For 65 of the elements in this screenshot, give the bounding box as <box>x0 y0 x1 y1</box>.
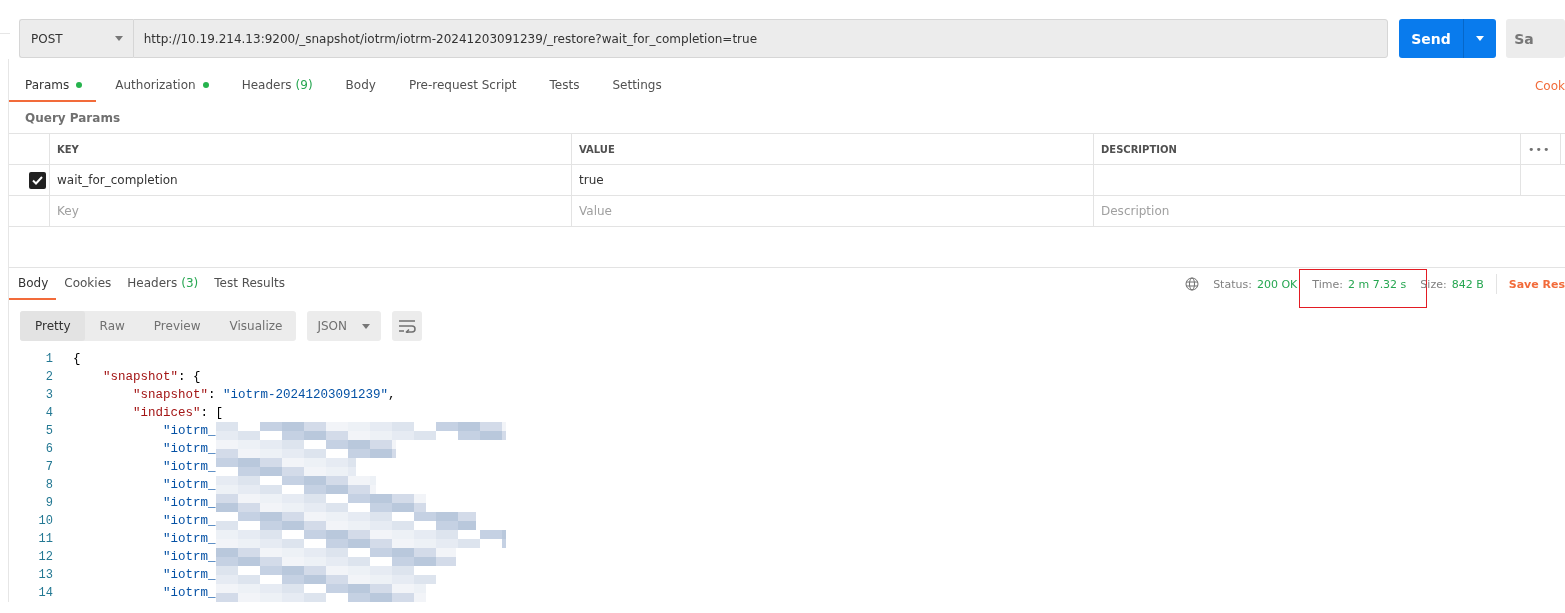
response-tab[interactable]: Cookies <box>56 268 120 300</box>
checkbox[interactable] <box>29 171 46 189</box>
line-number: 2 <box>44 370 54 384</box>
code-line: "snapshot": { <box>102 370 201 384</box>
code-line: "indices": [ <box>132 406 224 420</box>
request-tab[interactable]: Params <box>9 70 97 102</box>
column-header: VALUE <box>572 134 1094 165</box>
request-tab[interactable]: Tests <box>533 70 594 102</box>
request-tab[interactable]: Authorization <box>99 70 223 102</box>
response-tab[interactable]: Body <box>9 268 57 300</box>
code-line: "iotrm_ <box>162 442 216 456</box>
status-label: Time: <box>1312 277 1343 291</box>
view-mode-tab[interactable]: Raw <box>84 311 139 341</box>
code-line: "iotrm_ <box>162 568 216 582</box>
view-mode-tab[interactable]: Preview <box>138 311 215 341</box>
code-line: "iotrm_ <box>162 550 216 564</box>
wrap-lines-button[interactable] <box>392 311 423 341</box>
line-number: 5 <box>44 424 54 438</box>
request-tab[interactable]: Headers (9) <box>225 70 327 102</box>
status-value: 842 B <box>1451 277 1484 291</box>
line-number: 11 <box>37 532 54 546</box>
line-number: 1 <box>44 352 54 366</box>
response-tab[interactable]: Test Results <box>206 268 293 300</box>
request-tab[interactable]: Body <box>329 70 390 102</box>
column-header: KEY <box>50 134 572 165</box>
line-number: 7 <box>44 460 54 474</box>
code-line: "iotrm_ <box>162 514 216 528</box>
table-cell[interactable]: true <box>572 165 1094 196</box>
table-cell[interactable]: wait_for_completion <box>50 165 572 196</box>
code-line: "iotrm_ <box>162 478 216 492</box>
method-dropdown[interactable]: POST <box>19 19 133 58</box>
save-button[interactable]: Sa <box>1506 19 1565 58</box>
view-mode-tab[interactable]: Visualize <box>214 311 297 341</box>
view-mode-tab[interactable]: Pretty <box>20 311 85 341</box>
line-number: 10 <box>37 514 54 528</box>
line-number: 14 <box>37 586 54 600</box>
globe-icon[interactable] <box>1185 277 1200 291</box>
request-tab[interactable]: Settings <box>596 70 676 102</box>
url-field[interactable]: http://10.19.214.13:9200/_snapshot/iotrm/iotrm-20241203091239/_restore?wait_for_completion=true <box>132 19 1388 58</box>
line-number: 4 <box>44 406 54 420</box>
line-number: 3 <box>44 388 54 402</box>
code-line: "snapshot": "iotrm-20241203091239", <box>132 388 396 402</box>
status-label: Status: <box>1213 277 1252 291</box>
code-line: "iotrm_ <box>162 460 216 474</box>
line-number: 12 <box>37 550 54 564</box>
section-title: Query Params <box>24 110 122 127</box>
column-header: DESCRIPTION <box>1094 134 1521 165</box>
code-line: "iotrm_ <box>162 496 216 510</box>
line-number: 6 <box>44 442 54 456</box>
response-tab[interactable]: Headers (3) <box>119 268 207 300</box>
request-tab[interactable]: Pre-request Script <box>392 70 531 102</box>
code-line: "iotrm_ <box>162 424 216 438</box>
wrap-icon <box>398 319 417 333</box>
line-number: 8 <box>44 478 54 492</box>
code-line: "iotrm_ <box>162 532 216 546</box>
status-value: 200 OK <box>1256 277 1298 291</box>
code-line: "iotrm_ <box>162 586 216 600</box>
line-number: 13 <box>37 568 54 582</box>
code-line: { <box>73 352 81 366</box>
table-cell[interactable] <box>1094 165 1521 196</box>
send-button[interactable]: Send <box>1398 19 1497 58</box>
line-number: 9 <box>44 496 54 510</box>
status-value: 2 m 7.32 s <box>1347 277 1407 291</box>
checkmark-icon <box>32 175 43 185</box>
format-dropdown[interactable]: JSON <box>307 311 382 341</box>
